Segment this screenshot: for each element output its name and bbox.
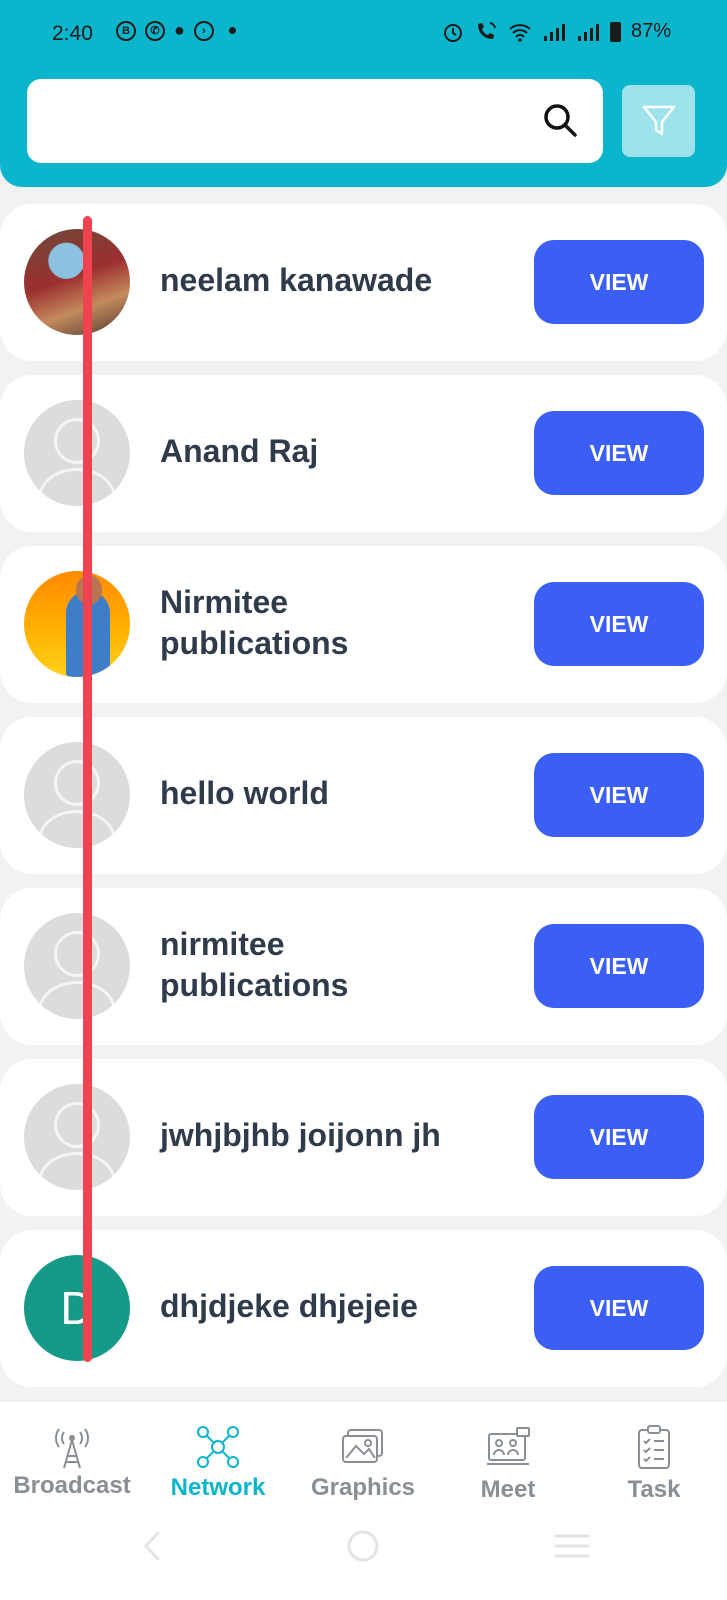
avatar: D [24, 1255, 130, 1361]
user-placeholder-icon [54, 418, 100, 464]
dot-icon [228, 27, 236, 34]
system-icons: 87% [442, 20, 671, 43]
contact-card: neelam kanawade VIEW [0, 204, 727, 361]
video-meet-icon [487, 1427, 530, 1465]
contact-name: dhjdjeke dhjejeie [160, 1288, 418, 1324]
contact-name: nirmitee publications [160, 926, 349, 1003]
status-time: 2:40 [52, 22, 93, 45]
broadcast-tower-icon [55, 1428, 89, 1469]
signal-icon [577, 23, 599, 41]
nav-label: Network [170, 1474, 266, 1501]
avatar [24, 913, 130, 1019]
nav-label: Graphics [310, 1474, 416, 1501]
signal-icon [543, 23, 565, 41]
nav-network[interactable]: Network [148, 1402, 288, 1502]
nav-broadcast[interactable]: Broadcast [2, 1402, 142, 1502]
filter-button[interactable] [622, 85, 695, 157]
contact-card: D dhjdjeke dhjejeie VIEW [0, 1230, 727, 1387]
back-icon[interactable] [140, 1530, 164, 1562]
view-button[interactable]: VIEW [534, 582, 704, 666]
contact-name: Anand Raj [160, 433, 319, 469]
contact-name: Nirmitee publications [160, 584, 349, 661]
view-button[interactable]: VIEW [534, 1095, 704, 1179]
view-button[interactable]: VIEW [534, 411, 704, 495]
search-input[interactable] [27, 79, 603, 163]
avatar [24, 742, 130, 848]
system-navigation-bar [0, 1512, 727, 1600]
chat-icon: ● [174, 20, 185, 40]
battery-icon [609, 21, 621, 42]
contact-card: jwhjbjhb joijonn jh VIEW [0, 1059, 727, 1216]
view-button[interactable]: VIEW [534, 753, 704, 837]
filter-icon [642, 105, 675, 136]
nav-graphics[interactable]: Graphics [293, 1402, 433, 1502]
avatar [24, 571, 130, 677]
recents-menu-icon[interactable] [554, 1532, 590, 1560]
home-icon[interactable] [346, 1529, 380, 1563]
wifi-icon [509, 23, 531, 42]
red-overlay-line [83, 216, 92, 1362]
nav-label: Broadcast [13, 1472, 131, 1499]
task-clipboard-icon [638, 1425, 670, 1469]
contact-card: Anand Raj VIEW [0, 375, 727, 532]
image-gallery-icon [342, 1429, 383, 1463]
nav-meet[interactable]: Meet [438, 1402, 578, 1503]
call-wifi-icon [477, 21, 496, 39]
messenger-icon: › [193, 20, 214, 41]
b-icon: B [116, 20, 136, 41]
contact-name: hello world [160, 775, 329, 811]
nav-label: Meet [480, 1476, 536, 1503]
whatsapp-icon: ✆ [145, 20, 165, 41]
notification-icons: B ✆ ● › [116, 20, 236, 41]
search-icon[interactable] [541, 101, 579, 139]
view-button[interactable]: VIEW [534, 1266, 704, 1350]
status-bar: 2:40 B ✆ ● › 87% [0, 0, 727, 66]
contact-card: Nirmitee publications VIEW [0, 546, 727, 703]
network-icon [197, 1426, 239, 1468]
user-placeholder-icon [54, 1102, 100, 1148]
user-placeholder-icon [54, 760, 100, 806]
avatar [24, 1084, 130, 1190]
bottom-navigation: Broadcast Network Graphics Meet Task [0, 1402, 727, 1512]
nav-label: Task [627, 1476, 681, 1503]
battery-percent: 87% [630, 20, 671, 42]
avatar [24, 229, 130, 335]
view-button[interactable]: VIEW [534, 240, 704, 324]
contact-card: nirmitee publications VIEW [0, 888, 727, 1045]
user-placeholder-icon [54, 931, 100, 977]
nav-task[interactable]: Task [584, 1402, 724, 1503]
contact-card: hello world VIEW [0, 717, 727, 874]
view-button[interactable]: VIEW [534, 924, 704, 1008]
alarm-icon [443, 23, 462, 42]
avatar [24, 400, 130, 506]
app-header: 2:40 B ✆ ● › 87% [0, 0, 727, 187]
contact-name: neelam kanawade [160, 262, 433, 298]
contact-name: jwhjbjhb joijonn jh [160, 1117, 441, 1153]
